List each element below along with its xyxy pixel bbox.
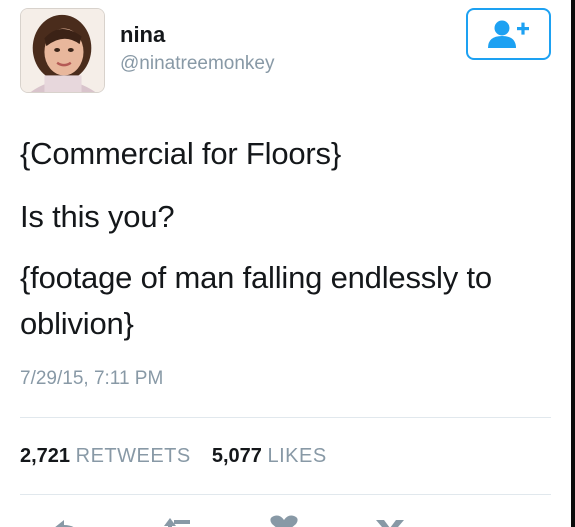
right-edge-bar bbox=[571, 0, 575, 527]
likes-count: 5,077 bbox=[211, 445, 262, 467]
tweet-card: nina @ninatreemonkey {Commercial for Flo… bbox=[0, 0, 575, 527]
avatar[interactable] bbox=[20, 8, 105, 93]
add-user-icon bbox=[487, 20, 529, 48]
action-bar bbox=[0, 508, 575, 527]
tweet-line-4: oblivion} bbox=[20, 306, 134, 341]
tweet-line-2: Is this you? bbox=[20, 199, 175, 234]
retweets-label: RETWEETS bbox=[75, 445, 191, 467]
retweets-stat[interactable]: 2,721 RETWEETS bbox=[20, 445, 196, 467]
reply-icon[interactable] bbox=[50, 514, 86, 527]
avatar-photo bbox=[21, 9, 104, 92]
retweet-icon[interactable] bbox=[160, 514, 196, 527]
tweet-line-1: {Commercial for Floors} bbox=[20, 136, 341, 171]
tweet-line-3: {footage of man falling endlessly to bbox=[20, 260, 492, 295]
retweets-count: 2,721 bbox=[20, 445, 71, 467]
divider bbox=[20, 494, 551, 495]
more-icon[interactable] bbox=[372, 514, 408, 527]
likes-stat[interactable]: 5,077 LIKES bbox=[212, 445, 327, 467]
like-icon[interactable] bbox=[266, 514, 302, 527]
divider bbox=[20, 417, 551, 418]
tweet-stats: 2,721 RETWEETS 5,077 LIKES bbox=[20, 445, 327, 468]
user-handle[interactable]: @ninatreemonkey bbox=[120, 53, 274, 75]
tweet-timestamp[interactable]: 7/29/15, 7:11 PM bbox=[20, 368, 163, 390]
likes-label: LIKES bbox=[267, 445, 327, 467]
display-name[interactable]: nina bbox=[120, 22, 165, 48]
follow-button[interactable] bbox=[466, 8, 551, 60]
